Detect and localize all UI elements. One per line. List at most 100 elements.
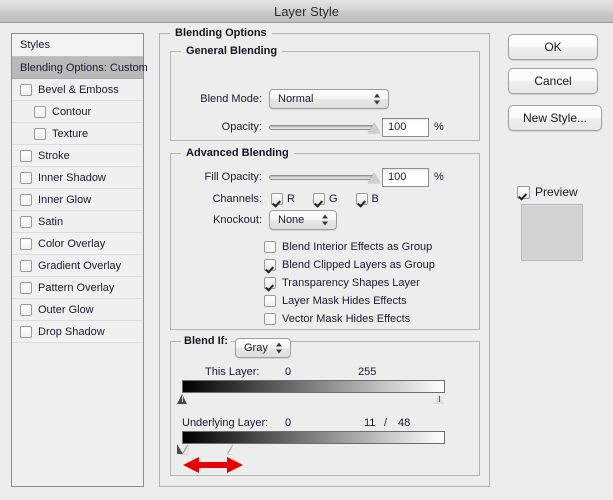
style-enable-checkbox[interactable]	[20, 303, 32, 316]
fill-opacity-row: Fill Opacity: 100 %	[183, 167, 483, 187]
opacity-row: Opacity: 100 %	[183, 117, 483, 137]
sidebar-item-stroke[interactable]: Stroke	[12, 145, 143, 167]
sidebar-item-color-overlay[interactable]: Color Overlay	[12, 233, 143, 255]
sidebar-item-blending-options-custom[interactable]: Blending Options: Custom	[12, 57, 148, 79]
style-enable-checkbox[interactable]	[20, 259, 32, 272]
fill-opacity-slider-knob[interactable]	[368, 173, 380, 183]
knockout-value: None	[278, 214, 305, 226]
style-enable-checkbox[interactable]	[20, 193, 32, 206]
sidebar-item-bevel-emboss[interactable]: Bevel & Emboss	[12, 79, 143, 101]
sidebar-item-inner-shadow[interactable]: Inner Shadow	[12, 167, 143, 189]
sidebar-item-inner-glow[interactable]: Inner Glow	[12, 189, 143, 211]
opacity-label: Opacity:	[221, 121, 262, 133]
sidebar-item-label: Bevel & Emboss	[38, 83, 119, 96]
channels-label: Channels:	[212, 193, 262, 205]
style-enable-checkbox[interactable]	[20, 325, 32, 338]
sidebar-item-label: Inner Shadow	[38, 171, 106, 184]
blend-if-title: Blend If:	[181, 335, 231, 347]
sidebar-item-gradient-overlay[interactable]: Gradient Overlay	[12, 255, 143, 277]
sidebar-item-outer-glow[interactable]: Outer Glow	[12, 299, 143, 321]
blend-if-channel-select[interactable]: Gray	[235, 338, 291, 358]
option-blend-clipped-layers-as-group[interactable]: Blend Clipped Layers as Group	[264, 256, 484, 274]
sidebar-item-satin[interactable]: Satin	[12, 211, 143, 233]
ok-button[interactable]: OK	[508, 34, 598, 60]
new-style-button[interactable]: New Style...	[508, 105, 602, 131]
styles-list: Blending Options: Custom Bevel & Emboss Co…	[12, 57, 148, 343]
option-label: Blend Interior Effects as Group	[282, 241, 433, 253]
fill-opacity-label: Fill Opacity:	[204, 171, 262, 183]
this-layer-high-value[interactable]: 255	[358, 366, 376, 378]
opacity-input[interactable]: 100	[382, 117, 429, 137]
sidebar-item-label: Pattern Overlay	[38, 281, 115, 294]
cancel-button[interactable]: Cancel	[508, 68, 598, 94]
opacity-slider-track	[269, 125, 374, 130]
channel-checkbox-g[interactable]	[312, 193, 325, 205]
underlying-layer-range-separator: /	[384, 417, 388, 429]
channel-toggle-g[interactable]: G	[312, 193, 338, 205]
sidebar-item-label: Drop Shadow	[38, 325, 105, 338]
option-label: Layer Mask Hides Effects	[282, 295, 407, 307]
window-titlebar: Layer Style	[0, 0, 613, 23]
preview-toggle[interactable]: Preview	[517, 185, 578, 199]
option-checkbox[interactable]	[264, 277, 276, 289]
style-enable-checkbox[interactable]	[20, 281, 32, 294]
opacity-unit: %	[434, 121, 444, 133]
underlying-layer-white-handle-right[interactable]	[228, 444, 234, 454]
underlying-layer-gradient-bar[interactable]	[182, 431, 445, 444]
sidebar-item-label: Stroke	[38, 149, 70, 162]
cancel-button-label: Cancel	[534, 74, 572, 88]
blend-mode-label: Blend Mode:	[200, 93, 262, 105]
this-layer-low-value[interactable]: 0	[285, 366, 291, 378]
underlying-layer-high-low-value[interactable]: 11	[364, 417, 375, 429]
option-vector-mask-hides-effects[interactable]: Vector Mask Hides Effects	[264, 310, 484, 328]
channel-label: R	[287, 193, 295, 205]
channel-toggle-b[interactable]: B	[355, 193, 379, 205]
option-label: Transparency Shapes Layer	[282, 277, 420, 289]
style-enable-checkbox[interactable]	[20, 215, 32, 228]
this-layer-white-handle[interactable]	[434, 394, 445, 404]
triangle-handle-icon	[228, 444, 234, 454]
this-layer-black-handle[interactable]	[177, 394, 188, 404]
opacity-slider[interactable]	[269, 119, 380, 135]
channel-checkbox-b[interactable]	[355, 193, 368, 205]
this-layer-gradient-bar[interactable]	[182, 380, 445, 393]
window-title: Layer Style	[273, 4, 340, 19]
style-enable-checkbox[interactable]	[34, 105, 46, 118]
channel-checkbox-r[interactable]	[271, 193, 283, 205]
fill-opacity-slider[interactable]	[269, 169, 380, 185]
option-checkbox[interactable]	[264, 241, 276, 253]
fill-opacity-input[interactable]: 100	[382, 167, 429, 187]
sidebar-item-label: Gradient Overlay	[38, 259, 122, 272]
style-enable-checkbox[interactable]	[20, 83, 32, 96]
style-enable-checkbox[interactable]	[34, 127, 46, 140]
style-enable-checkbox[interactable]	[20, 237, 32, 250]
option-checkbox[interactable]	[264, 259, 276, 271]
opacity-slider-knob[interactable]	[368, 123, 380, 133]
advanced-blending-options-list: Blend Interior Effects as Group Blend Cli…	[264, 238, 484, 328]
channel-toggle-r[interactable]: R	[271, 193, 295, 205]
sidebar-item-label: Contour	[52, 105, 92, 118]
sidebar-item-label: Inner Glow	[38, 193, 92, 206]
knockout-select[interactable]: None	[269, 210, 337, 230]
chevron-updown-icon	[276, 342, 283, 355]
option-transparency-shapes-layer[interactable]: Transparency Shapes Layer	[264, 274, 484, 292]
option-blend-interior-effects-as-group[interactable]: Blend Interior Effects as Group	[264, 238, 484, 256]
sidebar-item-drop-shadow[interactable]: Drop Shadow	[12, 321, 143, 343]
sidebar-item-label: Satin	[38, 215, 64, 228]
sidebar-item-texture[interactable]: Texture	[12, 123, 143, 145]
underlying-layer-high-high-value[interactable]: 48	[398, 417, 410, 429]
option-checkbox[interactable]	[264, 313, 276, 325]
style-enable-checkbox[interactable]	[20, 149, 32, 162]
preview-checkbox[interactable]	[517, 185, 530, 199]
blend-mode-row: Blend Mode: Normal	[183, 89, 483, 109]
blend-mode-select[interactable]: Normal	[269, 89, 389, 109]
sidebar-item-contour[interactable]: Contour	[12, 101, 143, 123]
style-enable-checkbox[interactable]	[20, 171, 32, 184]
option-layer-mask-hides-effects[interactable]: Layer Mask Hides Effects	[264, 292, 484, 310]
fill-opacity-value: 100	[388, 171, 407, 183]
styles-sidebar-header[interactable]: Styles	[12, 34, 143, 57]
underlying-layer-black-handle-right[interactable]	[183, 444, 189, 454]
option-checkbox[interactable]	[264, 295, 276, 307]
underlying-layer-low-value[interactable]: 0	[285, 417, 291, 429]
sidebar-item-pattern-overlay[interactable]: Pattern Overlay	[12, 277, 143, 299]
